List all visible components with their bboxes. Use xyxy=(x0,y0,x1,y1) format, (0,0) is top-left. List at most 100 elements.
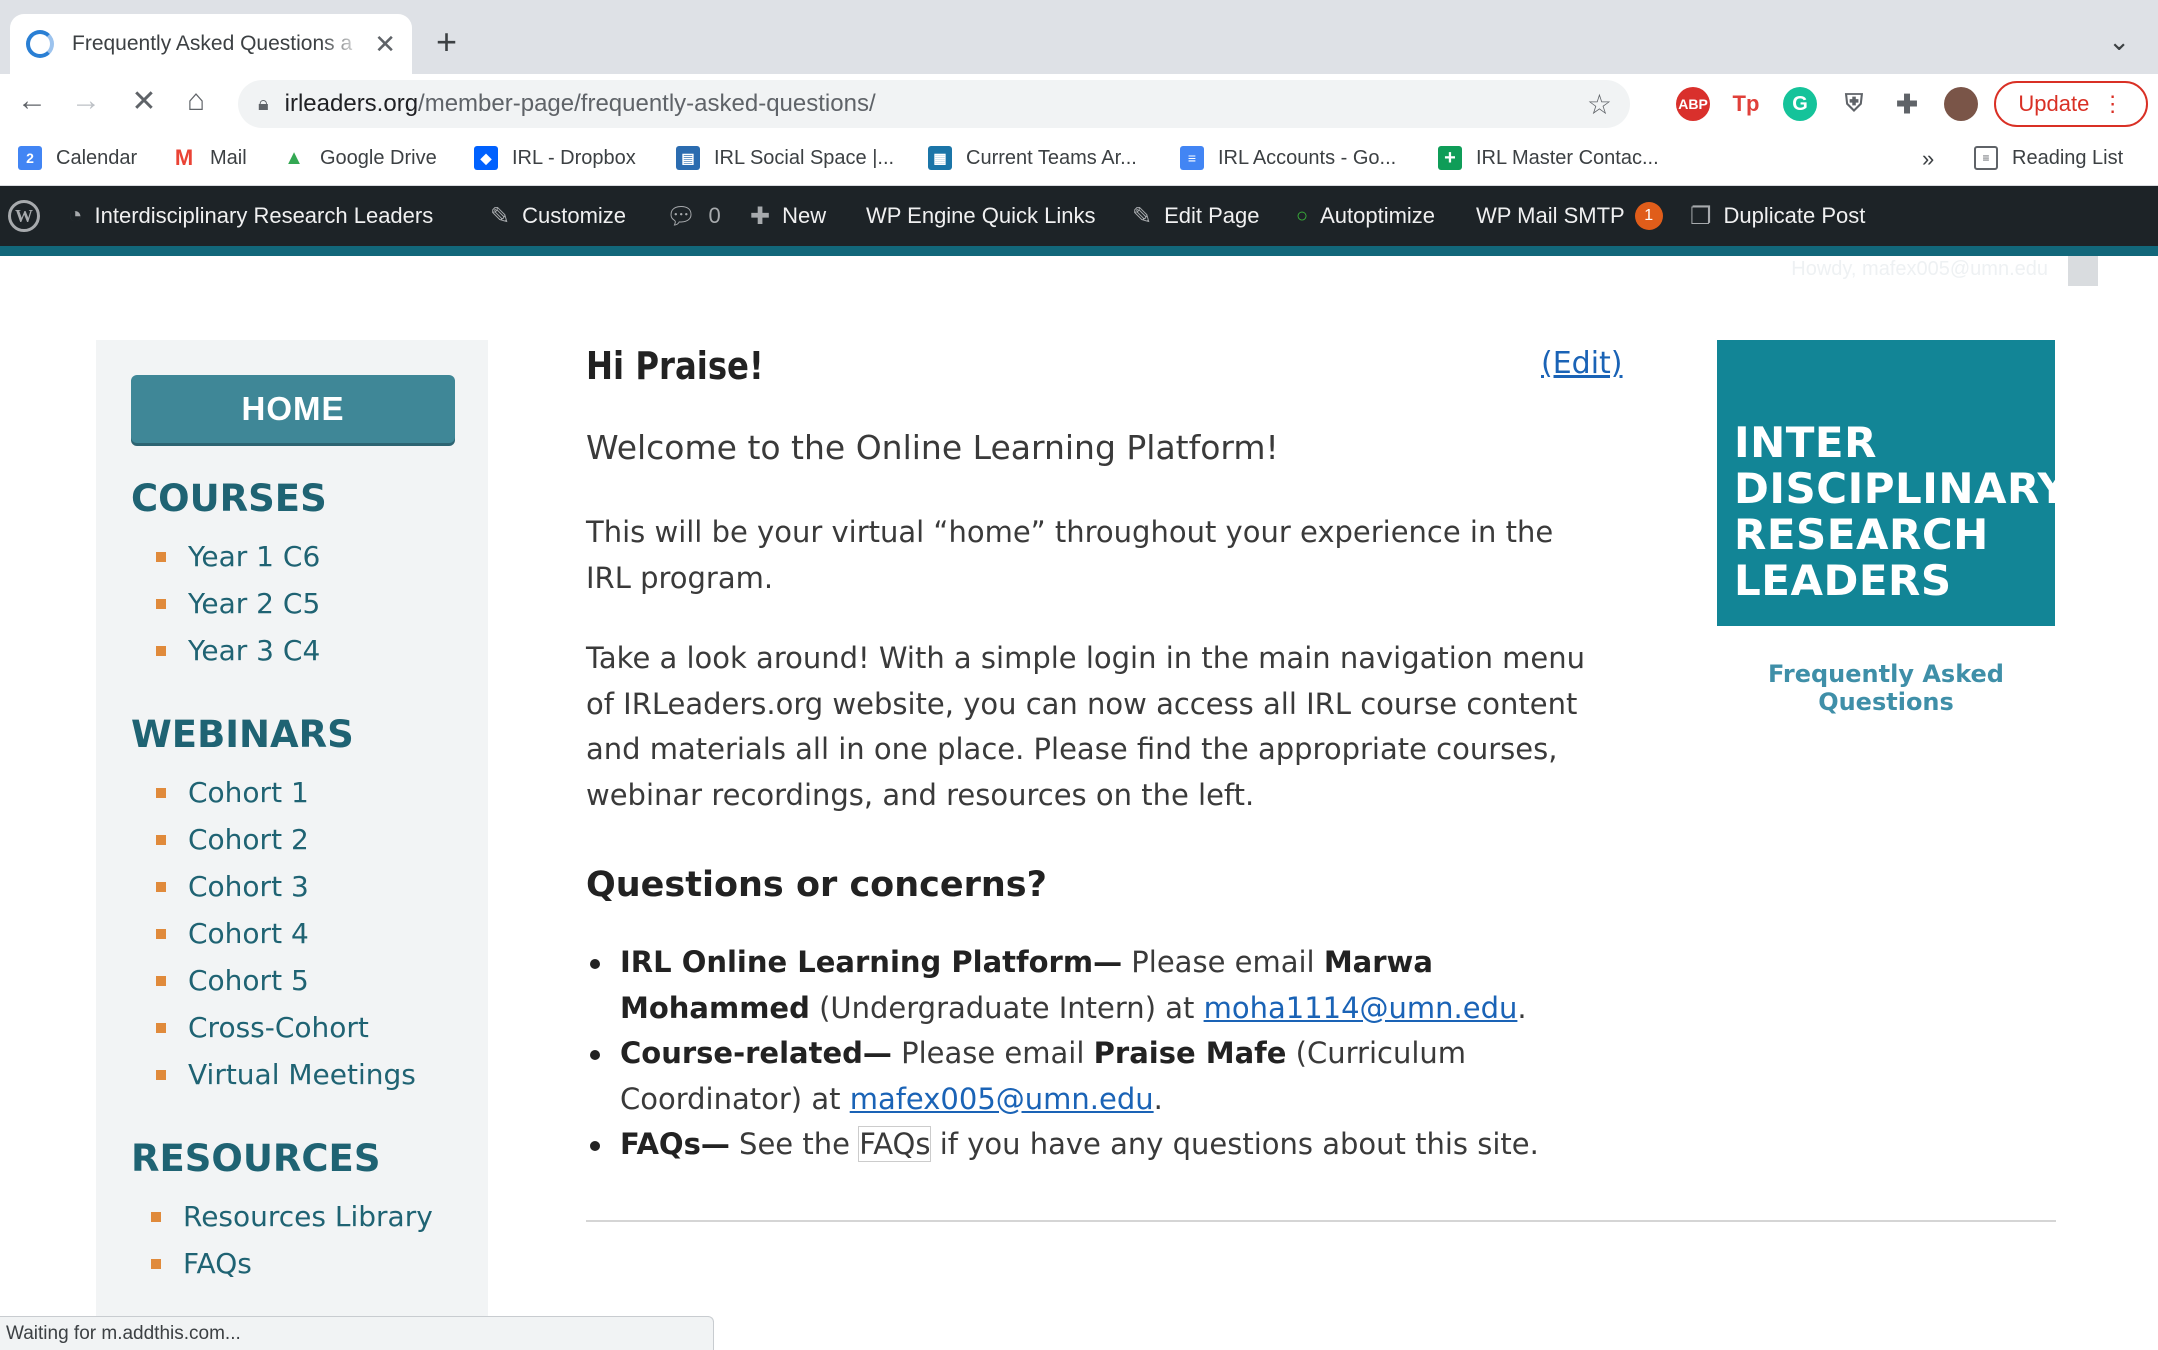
divider xyxy=(586,1220,2056,1222)
faq-caption-link[interactable]: Frequently Asked Questions xyxy=(1717,660,2055,716)
browser-toolbar: ← → ✕ ⌂ 🔒︎ irleaders.org/member-page/fre… xyxy=(0,74,2158,134)
adblock-icon[interactable]: ABP xyxy=(1676,87,1710,121)
sidebar-item-webinar[interactable]: Cohort 3 xyxy=(156,870,309,903)
user-avatar-icon[interactable] xyxy=(2068,256,2098,286)
close-tab-icon[interactable]: ✕ xyxy=(374,29,396,60)
bookmark-current-teams[interactable]: ▦ Current Teams Ar... xyxy=(928,146,1137,170)
address-bar[interactable]: 🔒︎ irleaders.org/member-page/frequently-… xyxy=(238,80,1630,128)
bullet-icon xyxy=(151,1211,161,1222)
bookmark-irl-accounts[interactable]: ≡ IRL Accounts - Go... xyxy=(1180,146,1396,170)
sidebar-item-course[interactable]: Year 3 C4 xyxy=(156,634,320,667)
tp-extension-icon[interactable]: Tp xyxy=(1729,87,1763,121)
list-item: IRL Online Learning Platform— Please ema… xyxy=(590,940,1620,1031)
lock-icon[interactable]: 🔒︎ xyxy=(258,93,269,116)
main-content: Hi Praise! (Edit) Welcome to the Online … xyxy=(586,340,2069,1350)
stop-loading-icon[interactable]: ✕ xyxy=(120,84,168,119)
tab-title: Frequently Asked Questions a xyxy=(72,32,353,55)
sidebar-item-course[interactable]: Year 1 C6 xyxy=(156,540,320,573)
bullet-icon xyxy=(151,1258,161,1269)
sidebar-item-webinar[interactable]: Cohort 5 xyxy=(156,964,309,997)
status-bar: Waiting for m.addthis.com... xyxy=(0,1316,714,1350)
bullet-icon xyxy=(156,551,166,562)
contact-list: IRL Online Learning Platform— Please ema… xyxy=(590,940,1620,1168)
intro-paragraph: This will be your virtual “home” through… xyxy=(586,515,1554,595)
webinars-heading: WEBINARS xyxy=(131,713,354,756)
comments-link[interactable]: 💬︎ 0 xyxy=(666,186,721,246)
profile-avatar[interactable] xyxy=(1944,87,1978,121)
logo-text: RESEARCH xyxy=(1734,510,1989,559)
edit-profile-link[interactable]: (Edit) xyxy=(1541,346,1623,381)
update-button[interactable]: Update ⋮ xyxy=(1994,81,2148,127)
wordpress-logo-icon[interactable]: W xyxy=(8,186,40,246)
bullet-icon xyxy=(156,645,166,656)
bullet-icon xyxy=(156,787,166,798)
bookmark-irl-social-space[interactable]: ▤ IRL Social Space |... xyxy=(676,146,894,170)
notification-badge: 1 xyxy=(1634,202,1663,230)
logo-text: LEADERS xyxy=(1734,556,1952,605)
howdy-user-text[interactable]: Howdy, mafex005@umn.edu xyxy=(1791,258,2048,281)
browser-tab[interactable]: Frequently Asked Questions a ✕ xyxy=(10,14,412,74)
tab-search-icon[interactable]: ⌄ xyxy=(2108,26,2130,57)
wp-mail-smtp-link[interactable]: WP Mail SMTP 1 xyxy=(1476,186,1663,246)
greeting-heading: Hi Praise! xyxy=(586,344,764,388)
grammarly-icon[interactable]: G xyxy=(1783,87,1817,121)
new-content-link[interactable]: ✚ New xyxy=(750,186,826,246)
reading-list-button[interactable]: ≡ Reading List xyxy=(1974,146,2123,170)
more-bookmarks-chevron[interactable]: » xyxy=(1922,146,1934,172)
bullet-icon xyxy=(156,881,166,892)
sidebar-item-webinar[interactable]: Cross-Cohort xyxy=(156,1011,369,1044)
comment-icon: 💬︎ xyxy=(666,202,697,230)
home-icon[interactable]: ⌂ xyxy=(172,84,220,118)
sidebar-item-resource[interactable]: FAQs xyxy=(151,1247,252,1280)
duplicate-post-link[interactable]: ❐ Duplicate Post xyxy=(1690,186,1865,246)
bookmark-star-icon[interactable]: ☆ xyxy=(1587,88,1612,121)
customize-link[interactable]: ✎ Customize xyxy=(490,186,626,246)
bullet-icon xyxy=(156,975,166,986)
tab-strip: Frequently Asked Questions a ✕ + ⌄ xyxy=(0,0,2158,74)
sidebar-item-resource[interactable]: Resources Library xyxy=(151,1200,433,1233)
faqs-link[interactable]: FAQs xyxy=(858,1126,932,1162)
home-button[interactable]: HOME xyxy=(131,375,455,443)
sidebar-item-webinar[interactable]: Cohort 1 xyxy=(156,776,309,809)
bullet-icon xyxy=(156,1069,166,1080)
back-icon[interactable]: ← xyxy=(8,84,56,118)
sidebar-item-webinar[interactable]: Virtual Meetings xyxy=(156,1058,416,1091)
status-circle-icon: ○ xyxy=(1296,204,1309,227)
sidebar-item-webinar[interactable]: Cohort 4 xyxy=(156,917,309,950)
new-tab-button[interactable]: + xyxy=(436,22,457,62)
bookmark-irl-master-contacts[interactable]: + IRL Master Contac... xyxy=(1438,146,1659,170)
bullet-icon xyxy=(156,834,166,845)
forward-icon[interactable]: → xyxy=(62,84,110,118)
autoptimize-link[interactable]: ○ Autoptimize xyxy=(1296,186,1435,246)
gmail-icon: M xyxy=(172,145,196,170)
email-link[interactable]: mafex005@umn.edu xyxy=(850,1082,1154,1116)
plus-icon: ✚ xyxy=(750,202,771,230)
logo-text: INTER xyxy=(1734,418,1877,467)
courses-heading: COURSES xyxy=(131,477,327,520)
url-text: irleaders.org/member-page/frequently-ask… xyxy=(284,90,876,117)
bullet-icon xyxy=(156,598,166,609)
bookmarks-bar: 2 Calendar M Mail ▲ Google Drive ◆ IRL - Dro… xyxy=(0,134,2158,186)
edit-page-link[interactable]: ✎ Edit Page xyxy=(1132,186,1260,246)
bullet-icon xyxy=(156,1022,166,1033)
sidebar-item-webinar[interactable]: Cohort 2 xyxy=(156,823,309,856)
email-link[interactable]: moha1114@umn.edu xyxy=(1204,991,1518,1025)
drive-icon: ▲ xyxy=(282,146,306,170)
loading-spinner-icon xyxy=(26,30,54,58)
pencil-icon: ✎ xyxy=(1132,202,1153,230)
logo-text: DISCIPLINARY xyxy=(1734,464,2069,513)
calendar-icon: 2 xyxy=(18,146,42,170)
bookmark-mail[interactable]: M Mail xyxy=(172,145,247,170)
shield-extension-icon[interactable]: ⛨ xyxy=(1837,87,1871,121)
site-name-link[interactable]: ◔ Interdisciplinary Research Leaders xyxy=(68,186,433,246)
irl-logo[interactable]: INTER DISCIPLINARY RESEARCH LEADERS xyxy=(1717,340,2069,626)
bookmark-google-drive[interactable]: ▲ Google Drive xyxy=(282,146,437,170)
reading-list-icon: ≡ xyxy=(1974,146,1998,170)
wp-engine-quick-links[interactable]: WP Engine Quick Links xyxy=(866,186,1095,246)
bookmark-calendar[interactable]: 2 Calendar xyxy=(18,146,137,170)
welcome-heading: Welcome to the Online Learning Platform! xyxy=(586,428,1279,467)
bookmark-irl-dropbox[interactable]: ◆ IRL - Dropbox xyxy=(474,146,636,170)
extensions-puzzle-icon[interactable]: ✚ xyxy=(1890,87,1924,121)
sidebar-item-course[interactable]: Year 2 C5 xyxy=(156,587,320,620)
list-item: Course-related— Please email Praise Mafe… xyxy=(590,1031,1620,1122)
